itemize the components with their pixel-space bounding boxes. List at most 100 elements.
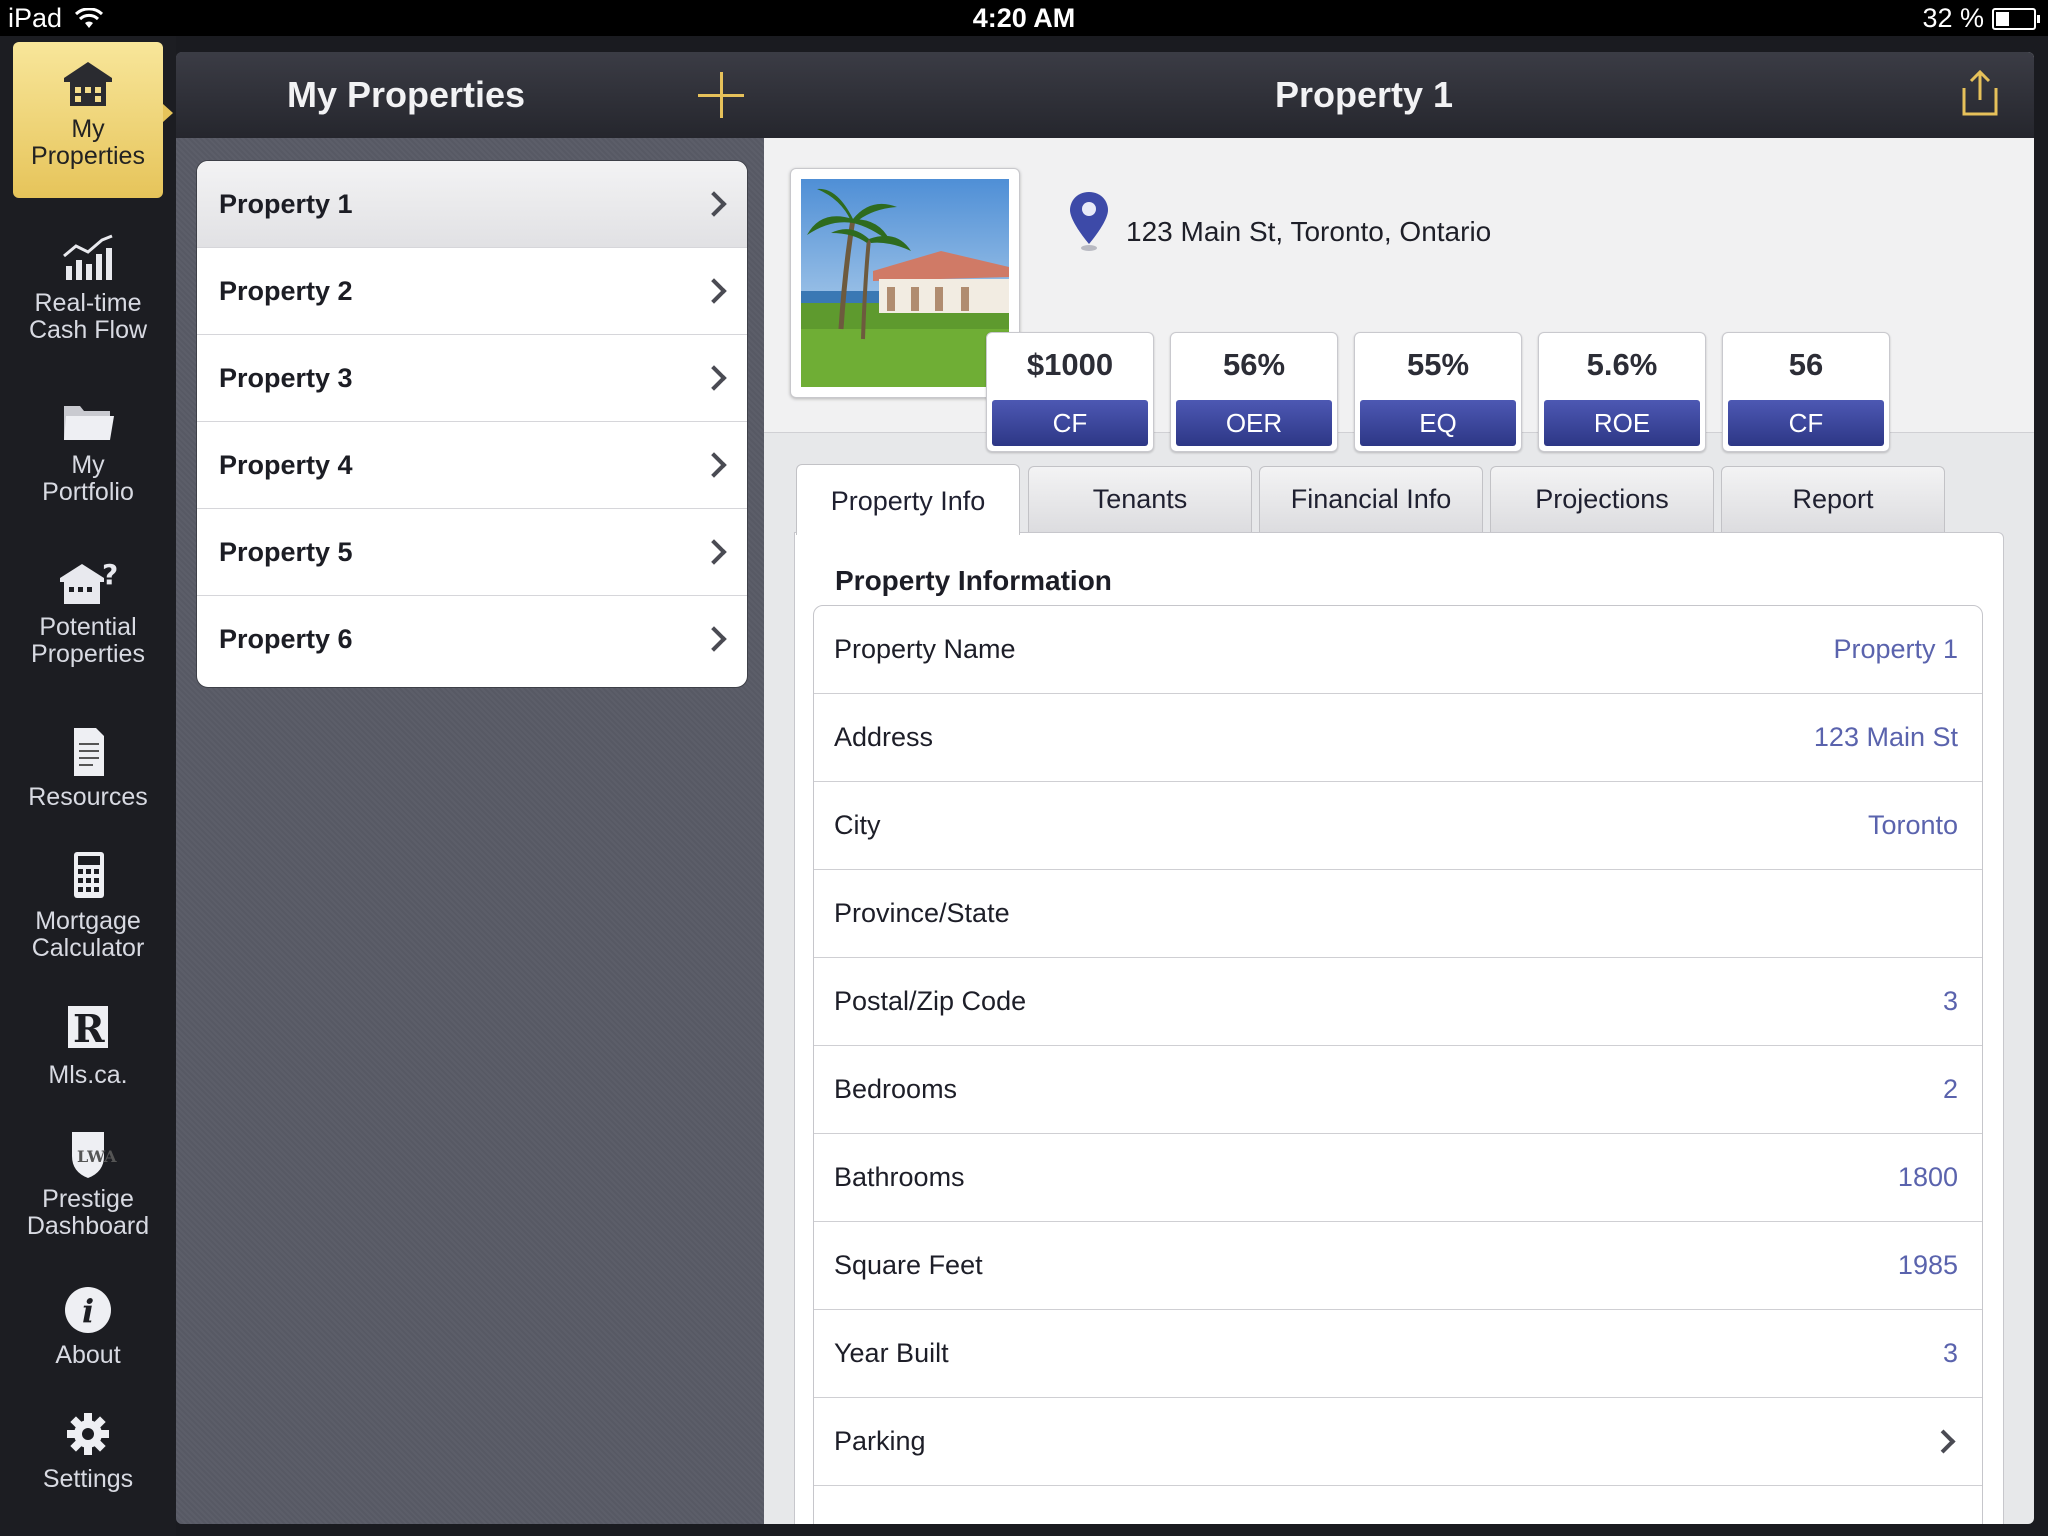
row-label: Bathrooms (834, 1162, 965, 1192)
stat-card[interactable]: 56 CF (1722, 332, 1890, 452)
table-row[interactable]: Postal/Zip Code 3 (814, 958, 1982, 1046)
property-info-panel: Property Information Property Name Prope… (794, 532, 2004, 1524)
detail-panel: Property 1 123 Main St, Toronto, Ontario… (764, 52, 2034, 1524)
stat-card[interactable]: $1000 CF (986, 332, 1154, 452)
stat-label: CF (992, 400, 1148, 446)
table-row[interactable]: Parking (814, 1398, 1982, 1486)
row-label: Address (834, 722, 934, 752)
calculator-icon (74, 852, 104, 898)
dock-label: Real-time (34, 289, 142, 317)
svg-text:i: i (82, 1292, 94, 1330)
dock-prestige-dashboard[interactable]: LWA Prestige Dashboard (13, 1126, 163, 1240)
location-pin-icon (1070, 192, 1108, 251)
status-bar: iPad 4:20 AM 32 % (0, 0, 2048, 36)
master-navbar: My Properties (176, 52, 765, 138)
table-row[interactable]: Bedrooms 2 (814, 1046, 1982, 1134)
dock-label: Properties (31, 142, 145, 170)
dock-settings[interactable]: Settings (13, 1406, 163, 1493)
table-row[interactable]: Province/State (814, 870, 1982, 958)
house-icon (64, 62, 112, 106)
row-value: 3 (1942, 1338, 1958, 1368)
list-item[interactable]: Property 1 (197, 161, 747, 248)
battery-percent: 32 % (1922, 3, 1984, 33)
stat-card[interactable]: 5.6% ROE (1538, 332, 1706, 452)
tab-tenants[interactable]: Tenants (1028, 466, 1252, 533)
table-row[interactable]: City Toronto (814, 782, 1982, 870)
dock-my-properties[interactable]: My Properties (13, 42, 173, 198)
dock-label: About (55, 1341, 121, 1369)
row-label: Square Feet (834, 1250, 983, 1280)
stat-card[interactable]: 55% EQ (1354, 332, 1522, 452)
dock-label: Calculator (31, 934, 145, 962)
list-item[interactable]: Property 6 (197, 596, 747, 682)
table-row[interactable]: Year Built 3 (814, 1310, 1982, 1398)
share-icon[interactable] (1960, 68, 2000, 118)
master-panel: My Properties Property 1 Property 2 Prop… (176, 52, 765, 1524)
split-view: My Properties Property 1 Property 2 Prop… (176, 52, 2034, 1524)
row-label: Postal/Zip Code (834, 986, 1027, 1016)
stat-label: CF (1728, 400, 1884, 446)
dock-mortgage-calculator[interactable]: Mortgage Calculator (13, 848, 163, 962)
shield-icon: LWA (72, 1132, 117, 1178)
row-label: Parking (834, 1426, 926, 1456)
property-image (801, 179, 1009, 387)
stat-value: $1000 (1026, 347, 1114, 382)
dock-cash-flow[interactable]: Real-time Cash Flow (13, 230, 163, 344)
row-value: 3 (1942, 986, 1958, 1016)
table-row[interactable]: Square Feet 1985 (814, 1222, 1982, 1310)
chevron-right-icon (701, 365, 727, 391)
list-item[interactable]: Property 3 (197, 335, 747, 422)
clock: 4:20 AM (972, 3, 1076, 33)
row-value: 1800 (1897, 1162, 1958, 1192)
row-label: City (834, 810, 881, 840)
dock-potential-properties[interactable]: ? Potential Properties (13, 554, 163, 668)
tab-projections[interactable]: Projections (1490, 466, 1714, 533)
row-value: Toronto (1867, 810, 1958, 840)
table-row[interactable]: Property Name Property 1 (814, 606, 1982, 694)
row-label: Bedrooms (834, 1074, 958, 1104)
row-value: Property 1 (1833, 634, 1958, 664)
list-item-label: Property 4 (219, 449, 353, 480)
list-item[interactable]: Property 2 (197, 248, 747, 335)
dock-about[interactable]: i About (13, 1282, 163, 1369)
dock-label: Mortgage (35, 907, 141, 935)
list-item[interactable]: Property 5 (197, 509, 747, 596)
gear-icon (67, 1413, 109, 1455)
dock-label: My (71, 115, 105, 143)
property-list: Property 1 Property 2 Property 3 Propert… (196, 160, 748, 688)
svg-text:?: ? (102, 558, 118, 591)
chevron-right-icon (701, 452, 727, 478)
table-row[interactable]: Address 123 Main St (814, 694, 1982, 782)
svg-text:R: R (73, 1006, 105, 1051)
row-value: 123 Main St (1813, 722, 1958, 752)
chevron-right-icon (701, 191, 727, 217)
dock-label: Cash Flow (28, 316, 148, 344)
dock-mls[interactable]: R Mls.ca. (13, 1002, 163, 1089)
row-label: Province/State (834, 898, 1010, 928)
row-label: Year Built (834, 1338, 949, 1368)
dock-label: Settings (42, 1465, 134, 1493)
battery-icon (1992, 7, 2040, 30)
row-label: Property Name (834, 634, 1016, 664)
chevron-right-icon (701, 626, 727, 652)
stat-value: 55% (1406, 347, 1470, 382)
table-row[interactable]: Bathrooms 1800 (814, 1134, 1982, 1222)
list-item-label: Property 2 (219, 275, 353, 306)
svg-text:LWA: LWA (77, 1147, 117, 1166)
row-value: 1985 (1897, 1250, 1958, 1280)
dock-my-portfolio[interactable]: My Portfolio (13, 392, 163, 506)
chevron-right-icon (701, 278, 727, 304)
house-question-icon: ? (60, 558, 118, 604)
stat-value: 56 (1788, 347, 1824, 382)
tab-property-info[interactable]: Property Info (796, 464, 1020, 535)
stat-value: 56% (1222, 347, 1286, 382)
tab-financial-info[interactable]: Financial Info (1259, 466, 1483, 533)
master-title: My Properties (286, 74, 526, 115)
dock-label: Dashboard (26, 1212, 150, 1240)
stat-label: EQ (1360, 400, 1516, 446)
dock-resources[interactable]: Resources (13, 724, 163, 811)
list-item[interactable]: Property 4 (197, 422, 747, 509)
stat-card[interactable]: 56% OER (1170, 332, 1338, 452)
add-property-button[interactable] (698, 72, 744, 118)
tab-report[interactable]: Report (1721, 466, 1945, 533)
